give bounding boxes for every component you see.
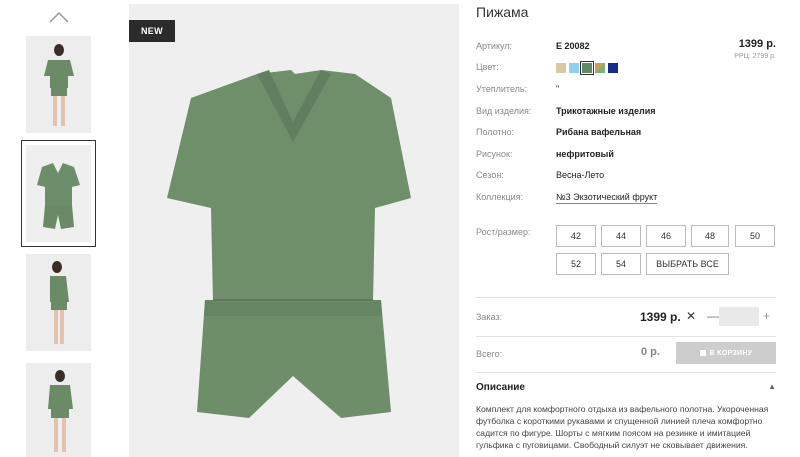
size-button[interactable]: 54 — [601, 253, 641, 275]
attr-value: " — [556, 84, 560, 94]
attr-value: Трикотажные изделия — [556, 106, 656, 116]
thumbnail-model-pose[interactable] — [26, 363, 91, 457]
attr-label: Сезон: — [476, 170, 504, 180]
attr-label: Коллекция: — [476, 192, 524, 202]
attr-label: Цвет: — [476, 62, 499, 72]
order-price: 1399 р. — [640, 310, 681, 324]
main-product-image[interactable]: NEW — [129, 4, 459, 457]
total-label: Всего: — [476, 349, 503, 359]
pajama-illustration — [129, 4, 459, 457]
select-all-sizes-button[interactable]: ВЫБРАТЬ ВСЕ — [646, 253, 729, 275]
collection-link[interactable]: №3 Экзотический фрукт — [556, 192, 658, 204]
attr-value: Рибана вафельная — [556, 127, 642, 137]
description-title: Описание — [476, 382, 525, 393]
collapse-description-icon[interactable]: ▲ — [768, 382, 776, 391]
decrease-quantity-button[interactable]: — — [707, 309, 719, 323]
shopping-bag-icon — [699, 350, 706, 356]
size-button[interactable]: 52 — [556, 253, 596, 275]
thumbnail-gallery — [0, 0, 120, 457]
attr-label: Рисунок: — [476, 149, 513, 159]
quantity-input[interactable] — [719, 307, 759, 326]
attr-value: нефритовый — [556, 149, 614, 159]
size-button[interactable]: 44 — [601, 225, 641, 247]
size-button[interactable]: 50 — [735, 225, 775, 247]
description-text: Комплект для комфортного отдыха из вафел… — [476, 404, 769, 450]
size-button[interactable]: 48 — [691, 225, 729, 247]
increase-quantity-button[interactable]: + — [763, 309, 770, 323]
thumbnail-product-flat[interactable] — [21, 140, 96, 247]
color-swatch[interactable] — [608, 63, 618, 73]
add-to-cart-label: В КОРЗИНУ — [709, 349, 753, 357]
attr-label: Полотно: — [476, 127, 515, 137]
attr-value: Е 20082 — [556, 41, 590, 51]
add-to-cart-button[interactable]: В КОРЗИНУ — [676, 342, 776, 364]
order-label: Заказ: — [476, 312, 503, 322]
new-badge: NEW — [129, 20, 175, 42]
color-swatch-selected[interactable] — [580, 61, 594, 75]
product-details: Пижама 1399 р. РРЦ: 2799 р. Артикул: Е 2… — [476, 0, 776, 457]
attr-value: Весна-Лето — [556, 170, 605, 180]
divider — [476, 297, 776, 298]
product-price: 1399 р. — [738, 38, 776, 50]
size-button[interactable]: 42 — [556, 225, 596, 247]
size-button[interactable]: 46 — [646, 225, 686, 247]
color-swatch[interactable] — [595, 63, 605, 73]
attr-label: Вид изделия: — [476, 106, 532, 116]
divider — [476, 372, 776, 373]
color-swatches — [556, 61, 618, 75]
product-title: Пижама — [476, 4, 529, 20]
attr-label: Артикул: — [476, 41, 513, 51]
chevron-up-icon[interactable] — [48, 10, 70, 24]
total-value: 0 р. — [641, 346, 660, 358]
thumbnail-model-side[interactable] — [26, 254, 91, 351]
thumbnail-model-front[interactable] — [26, 36, 91, 133]
recommended-price: РРЦ: 2799 р. — [734, 53, 776, 60]
attr-label: Утеплитель: — [476, 84, 528, 94]
remove-order-icon[interactable]: ✕ — [686, 309, 696, 323]
color-swatch[interactable] — [556, 63, 566, 73]
divider — [476, 336, 776, 337]
color-swatch[interactable] — [569, 63, 579, 73]
size-label: Рост/размер: — [476, 227, 531, 237]
